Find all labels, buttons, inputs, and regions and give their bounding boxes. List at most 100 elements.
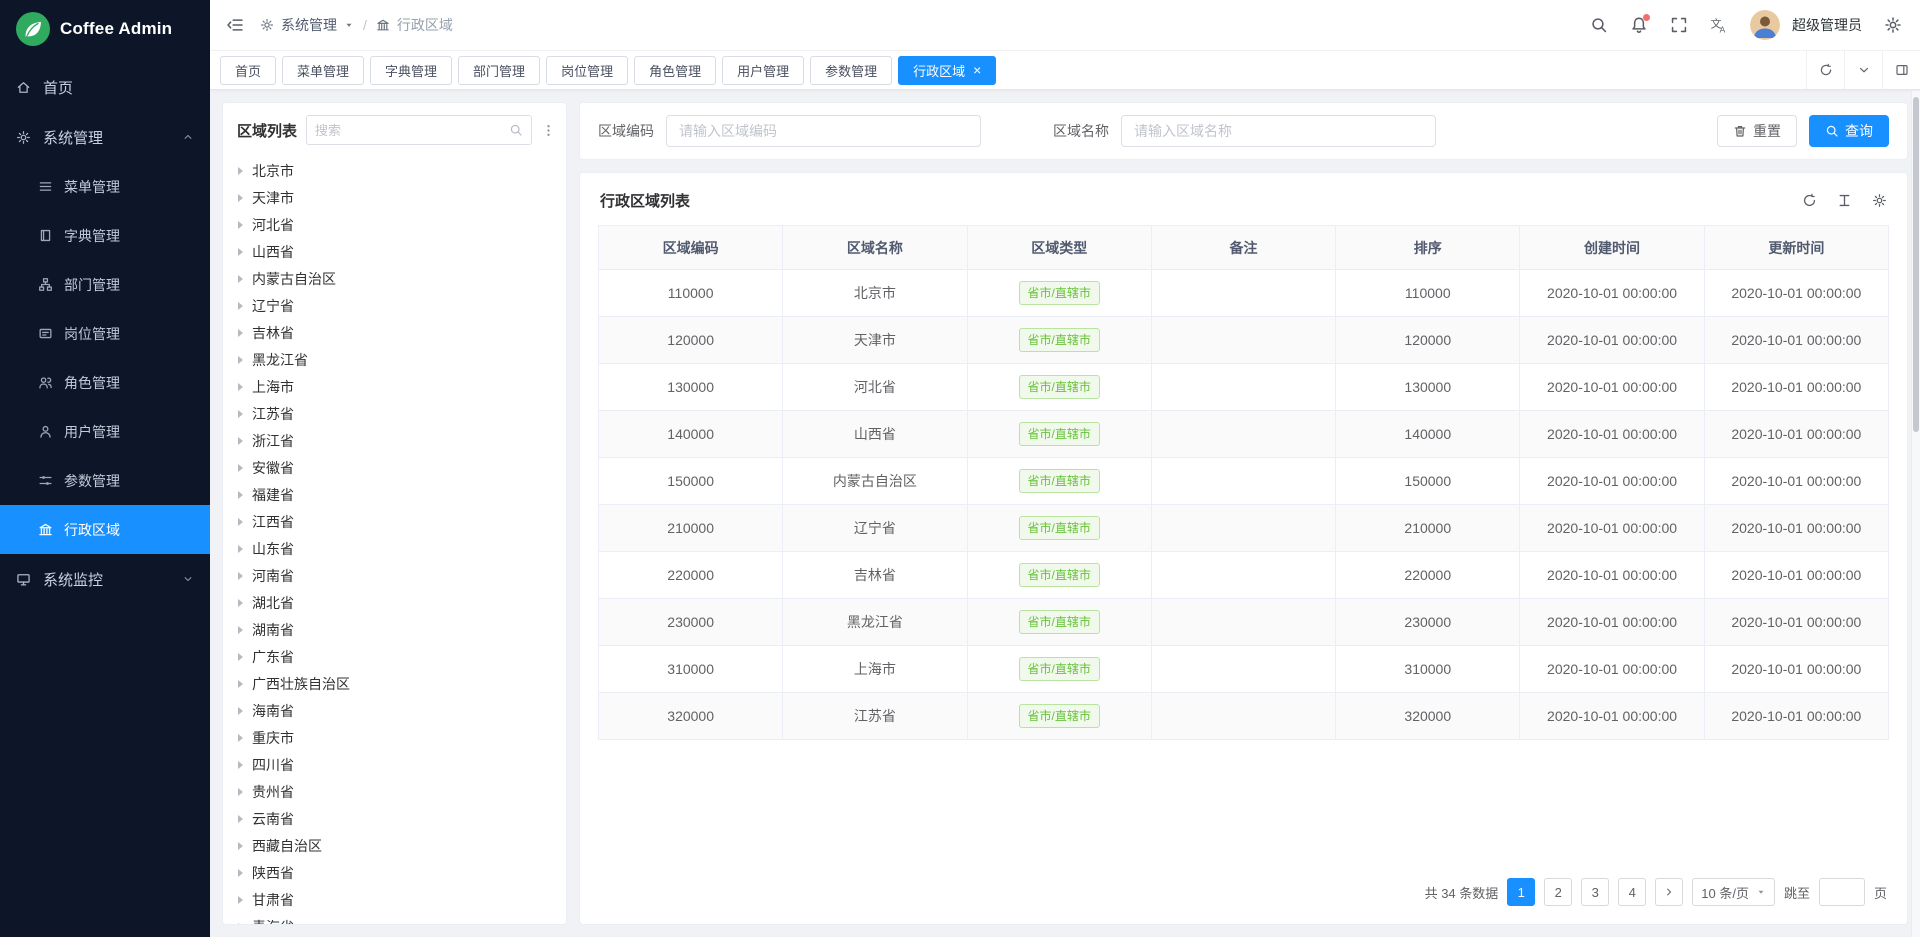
tree-item[interactable]: 江西省 [225, 508, 566, 535]
reset-button[interactable]: 重置 [1717, 115, 1797, 147]
sidebar-item-label: 用户管理 [64, 422, 120, 442]
tab-region[interactable]: 行政区域× [898, 56, 996, 85]
tree-item[interactable]: 内蒙古自治区 [225, 265, 566, 292]
avatar[interactable] [1750, 10, 1780, 40]
sidebar-item-param-mgmt[interactable]: 参数管理 [0, 456, 210, 505]
tree-item[interactable]: 吉林省 [225, 319, 566, 346]
sidebar-item-label: 行政区域 [64, 520, 120, 540]
tree-item[interactable]: 陕西省 [225, 859, 566, 886]
sidebar-group-system-mgmt[interactable]: 系统管理 [0, 112, 210, 162]
page-button-3[interactable]: 3 [1581, 878, 1609, 906]
cell-updated: 2020-10-01 00:00:00 [1704, 364, 1888, 411]
search-button[interactable]: 查询 [1809, 115, 1889, 147]
tab-close-icon[interactable]: × [973, 63, 981, 77]
tree-item[interactable]: 山东省 [225, 535, 566, 562]
cell-sort: 150000 [1336, 458, 1520, 505]
tab-user-mgmt[interactable]: 用户管理 [722, 56, 804, 85]
chevron-down-icon [1857, 63, 1871, 77]
region-type-badge: 省市/直辖市 [1019, 563, 1100, 587]
tree-item[interactable]: 重庆市 [225, 724, 566, 751]
tree-item[interactable]: 湖南省 [225, 616, 566, 643]
tree-item[interactable]: 上海市 [225, 373, 566, 400]
tree-item[interactable]: 福建省 [225, 481, 566, 508]
dots-vertical-icon[interactable] [541, 123, 556, 138]
cell-created: 2020-10-01 00:00:00 [1520, 599, 1704, 646]
refresh-tabs-button[interactable] [1806, 51, 1844, 89]
cell-updated: 2020-10-01 00:00:00 [1704, 411, 1888, 458]
tree-item[interactable]: 西藏自治区 [225, 832, 566, 859]
tree-item[interactable]: 甘肃省 [225, 886, 566, 913]
tree-item[interactable]: 安徽省 [225, 454, 566, 481]
region-code-input[interactable] [666, 115, 981, 147]
tree-item[interactable]: 广西壮族自治区 [225, 670, 566, 697]
cell-name: 黑龙江省 [783, 599, 967, 646]
username[interactable]: 超级管理员 [1792, 15, 1862, 35]
sidebar-item-region[interactable]: 行政区域 [0, 505, 210, 554]
tree-search-box[interactable] [306, 115, 532, 145]
page-button-4[interactable]: 4 [1618, 878, 1646, 906]
tab-home[interactable]: 首页 [220, 56, 276, 85]
page-size-select[interactable]: 10 条/页 [1692, 878, 1775, 906]
tree-item[interactable]: 海南省 [225, 697, 566, 724]
sidebar-item-home[interactable]: 首页 [0, 62, 210, 112]
sidebar-item-role-mgmt[interactable]: 角色管理 [0, 358, 210, 407]
tree-item[interactable]: 江苏省 [225, 400, 566, 427]
notification-bell-button[interactable] [1630, 16, 1648, 34]
tab-actions-button[interactable] [1844, 51, 1882, 89]
scrollbar-thumb[interactable] [1913, 97, 1919, 432]
tree-item-label: 江西省 [252, 512, 294, 532]
layout-panel-button[interactable] [1882, 51, 1920, 89]
sidebar-item-post-mgmt[interactable]: 岗位管理 [0, 309, 210, 358]
sidebar-item-menu-mgmt[interactable]: 菜单管理 [0, 162, 210, 211]
caret-right-icon [238, 680, 243, 688]
fullscreen-icon[interactable] [1670, 16, 1688, 34]
sidebar-item-user-mgmt[interactable]: 用户管理 [0, 407, 210, 456]
page-button-1[interactable]: 1 [1507, 878, 1535, 906]
sidebar-item-dict-mgmt[interactable]: 字典管理 [0, 211, 210, 260]
tab-param-mgmt[interactable]: 参数管理 [810, 56, 892, 85]
panel-icon [1895, 63, 1909, 77]
cell-updated: 2020-10-01 00:00:00 [1704, 317, 1888, 364]
sidebar-collapse-icon[interactable] [226, 16, 244, 34]
tab-post-mgmt[interactable]: 岗位管理 [546, 56, 628, 85]
tree-item[interactable]: 湖北省 [225, 589, 566, 616]
next-page-button[interactable] [1655, 878, 1683, 906]
refresh-icon[interactable] [1802, 193, 1817, 208]
sidebar-group-system-monitor[interactable]: 系统监控 [0, 554, 210, 604]
settings-gear-icon[interactable] [1884, 16, 1902, 34]
tree-item[interactable]: 北京市 [225, 157, 566, 184]
page-button-2[interactable]: 2 [1544, 878, 1572, 906]
tree-item[interactable]: 浙江省 [225, 427, 566, 454]
dict-icon [38, 228, 53, 243]
tree-item[interactable]: 辽宁省 [225, 292, 566, 319]
tab-dict-mgmt[interactable]: 字典管理 [370, 56, 452, 85]
tab-dept-mgmt[interactable]: 部门管理 [458, 56, 540, 85]
cell-created: 2020-10-01 00:00:00 [1520, 364, 1704, 411]
tree-item[interactable]: 黑龙江省 [225, 346, 566, 373]
search-icon[interactable] [1590, 16, 1608, 34]
column-height-icon[interactable] [1837, 193, 1852, 208]
tree-item[interactable]: 河南省 [225, 562, 566, 589]
gear-icon[interactable] [1872, 193, 1887, 208]
total-count: 共 34 条数据 [1425, 883, 1499, 902]
sidebar-item-dept-mgmt[interactable]: 部门管理 [0, 260, 210, 309]
page-scrollbar[interactable] [1911, 91, 1920, 937]
region-name-input[interactable] [1121, 115, 1436, 147]
tree-item[interactable]: 四川省 [225, 751, 566, 778]
tab-menu-mgmt[interactable]: 菜单管理 [282, 56, 364, 85]
cell-name: 辽宁省 [783, 505, 967, 552]
tab-role-mgmt[interactable]: 角色管理 [634, 56, 716, 85]
tree-item[interactable]: 山西省 [225, 238, 566, 265]
region-type-badge: 省市/直辖市 [1019, 281, 1100, 305]
tree-item[interactable]: 云南省 [225, 805, 566, 832]
tree-search-input[interactable] [315, 123, 509, 138]
breadcrumb: 系统管理 / 行政区域 [260, 15, 453, 35]
breadcrumb-level1[interactable]: 系统管理 [281, 15, 337, 35]
tree-item[interactable]: 青海省 [225, 913, 566, 924]
jump-page-input[interactable] [1819, 878, 1865, 906]
translate-icon[interactable]: 文A [1710, 16, 1728, 34]
tree-item[interactable]: 天津市 [225, 184, 566, 211]
tree-item[interactable]: 贵州省 [225, 778, 566, 805]
tree-item[interactable]: 河北省 [225, 211, 566, 238]
tree-item[interactable]: 广东省 [225, 643, 566, 670]
